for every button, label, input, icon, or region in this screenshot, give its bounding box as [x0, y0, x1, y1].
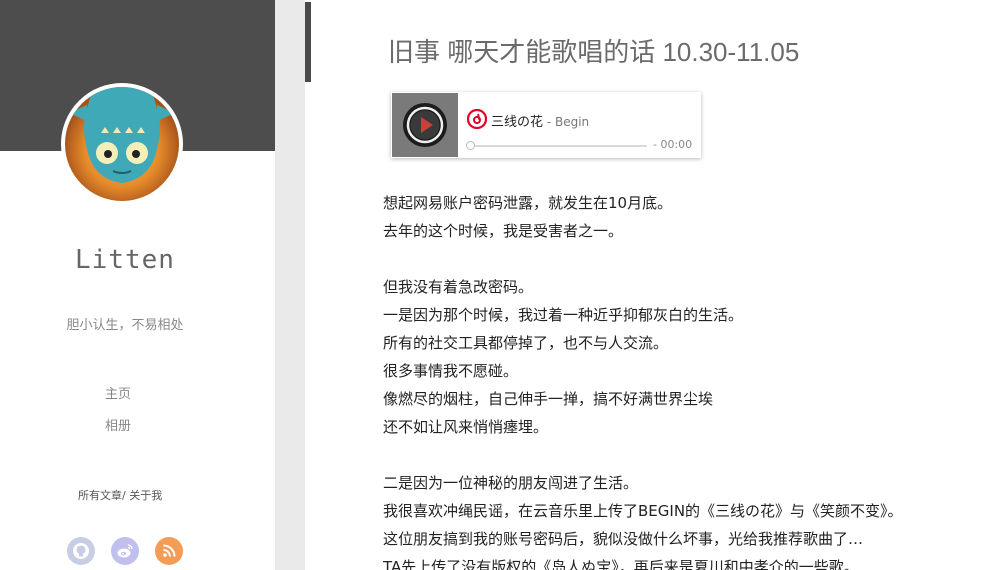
rss-link[interactable] — [155, 537, 183, 565]
content-line: 二是因为一位神秘的朋友闯进了生活。 — [383, 474, 639, 492]
content-line: 我很喜欢冲绳民谣，在云音乐里上传了BEGIN的《三线の花》与《笑颜不变》。 — [383, 502, 903, 520]
content-line: 还不如让风来悄悄瘗埋。 — [383, 418, 549, 436]
post-content: 想起网易账户密码泄露，就发生在10月底。 去年的这个时候，我是受害者之一。 但我… — [383, 189, 983, 570]
sidebar-sub-links: 所有文章/ 关于我 — [78, 487, 162, 503]
progress-knob[interactable] — [466, 141, 475, 150]
album-cover — [392, 93, 458, 157]
now-playing: 三线の花 - Begin — [491, 111, 589, 130]
content-line: 像燃尽的烟柱，自己伸手一掸，搞不好满世界尘埃 — [383, 390, 714, 408]
weibo-icon — [117, 544, 133, 558]
all-posts-link[interactable]: 所有文章 — [78, 489, 122, 502]
netease-music-icon — [467, 109, 487, 129]
nav-item-album[interactable]: 相册 — [105, 418, 131, 450]
sidebar-nav: 主页 相册 — [105, 386, 131, 450]
site-tagline: 胆小认生，不易相处 — [66, 318, 184, 333]
content-line: 这位朋友搞到我的账号密码后，貌似没做什么坏事，光给我推荐歌曲了… — [383, 530, 864, 548]
content-line: 很多事情我不愿碰。 — [383, 362, 519, 380]
link-separator: / — [122, 489, 126, 502]
song-title: 三线の花 — [491, 115, 544, 130]
content-line: 去年的这个时候，我是受害者之一。 — [383, 222, 624, 240]
avatar[interactable] — [61, 83, 183, 205]
site-name[interactable]: Litten — [0, 245, 250, 275]
play-button-icon[interactable] — [402, 102, 448, 148]
playback-time: - 00:00 — [653, 138, 693, 151]
content-gutter — [275, 0, 305, 570]
rss-icon — [163, 544, 176, 557]
content-line: 一是因为那个时候，我过着一种近乎抑郁灰白的生活。 — [383, 306, 744, 324]
sidebar: Litten 胆小认生，不易相处 主页 相册 所有文章/ 关于我 — [0, 0, 275, 570]
title-accent-bar — [305, 2, 311, 82]
weibo-link[interactable] — [111, 537, 139, 565]
github-link[interactable] — [67, 537, 95, 565]
content-line: 想起网易账户密码泄露，就发生在10月底。 — [383, 194, 673, 212]
article-panel: 旧事 哪天才能歌唱的话 10.30-11.05 三线の花 - Begin - 0… — [305, 0, 1005, 570]
music-player: 三线の花 - Begin - 00:00 — [391, 92, 701, 158]
post-title[interactable]: 旧事 哪天才能歌唱的话 10.30-11.05 — [388, 32, 799, 69]
content-line: TA先上传了没有版权的《岛人ぬ宝》，再后来是夏川和中孝介的一些歌。 — [383, 558, 859, 570]
song-artist: - Begin — [543, 115, 590, 129]
nav-item-home[interactable]: 主页 — [105, 386, 131, 418]
progress-track[interactable] — [466, 141, 647, 150]
avatar-monster-image — [65, 87, 179, 201]
content-line: 但我没有着急改密码。 — [383, 278, 534, 296]
github-icon — [73, 543, 89, 559]
about-me-link[interactable]: 关于我 — [129, 489, 162, 502]
content-line: 所有的社交工具都停掉了，也不与人交流。 — [383, 334, 669, 352]
